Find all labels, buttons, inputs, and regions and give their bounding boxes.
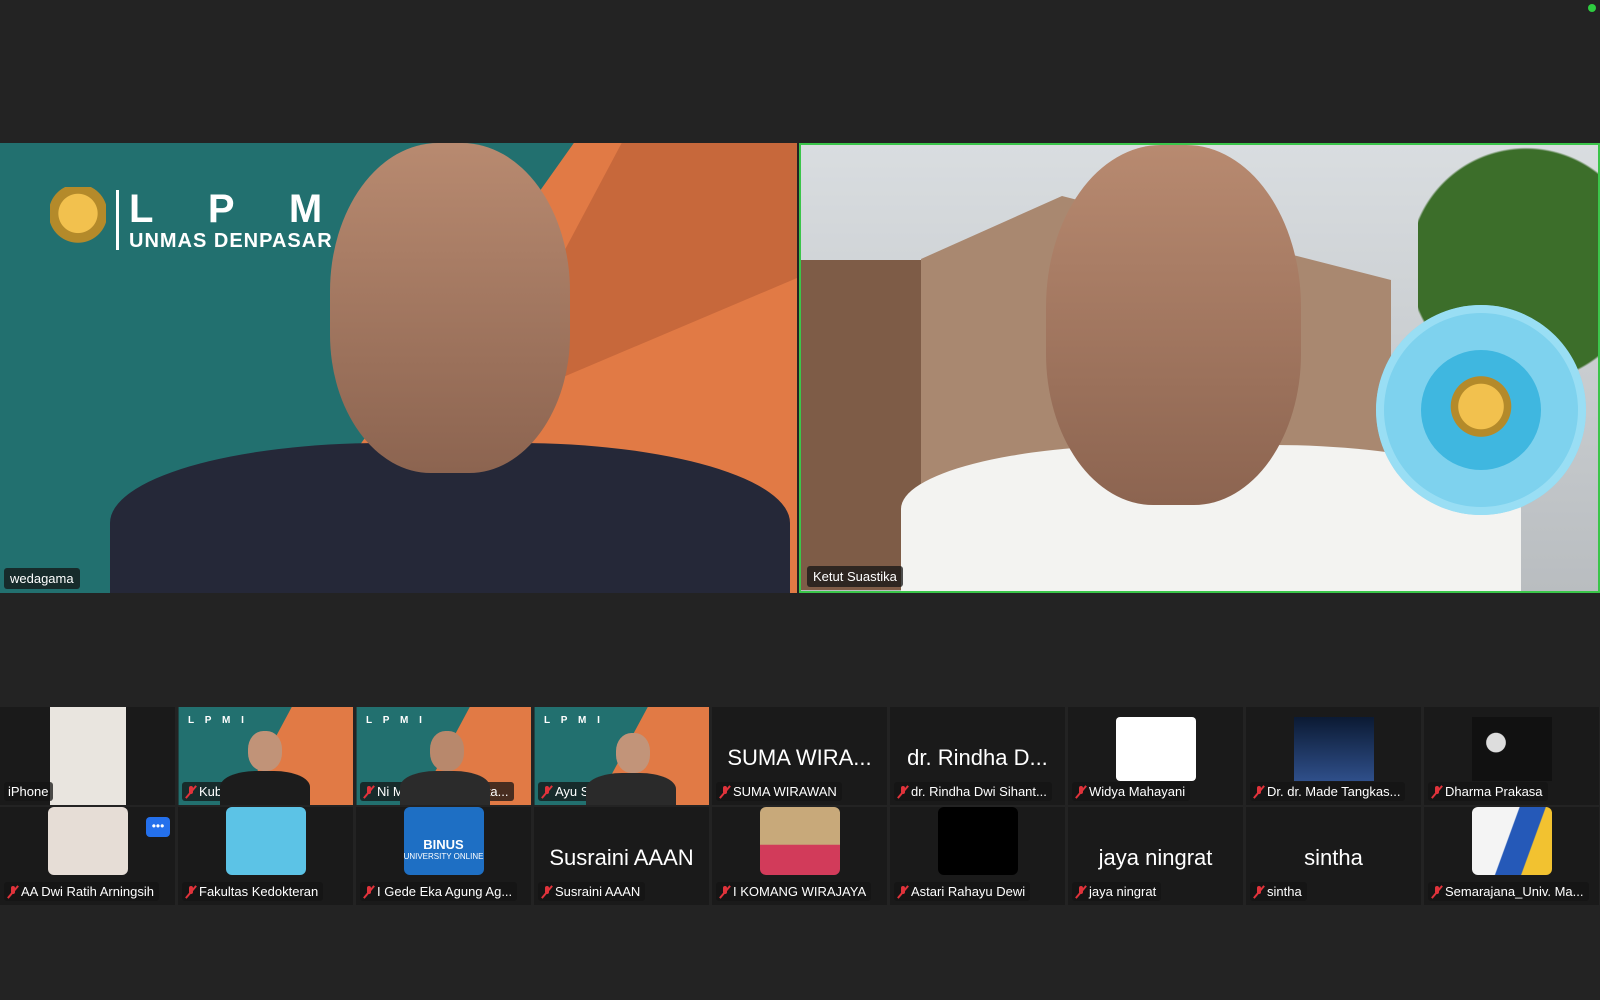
mic-muted-icon (1076, 785, 1086, 798)
participant-video (1471, 807, 1552, 875)
speaker-name-label: wedagama (4, 568, 80, 589)
participant-name: Semarajana_Univ. Ma... (1428, 882, 1589, 901)
participant-name: Dr. dr. Made Tangkas... (1250, 782, 1406, 801)
participant-body (220, 771, 310, 805)
participant-tile[interactable]: L P M I Ni Made Dwi Puspita... (356, 707, 531, 805)
mic-muted-icon (542, 785, 552, 798)
mic-muted-icon (364, 885, 374, 898)
participant-face (248, 731, 282, 771)
speaker-tile-wedagama[interactable]: L P M I UNMAS DENPASAR wedagama (0, 143, 797, 593)
mic-muted-icon (186, 885, 196, 898)
participant-name: sintha (1250, 882, 1307, 901)
participant-tile[interactable]: dr. Rindha D... dr. Rindha Dwi Sihant... (890, 707, 1065, 805)
participant-display-name: jaya ningrat (1098, 845, 1213, 870)
more-options-button[interactable]: ••• (146, 817, 170, 837)
participant-display-name: dr. Rindha D... (907, 745, 1048, 770)
participant-tile[interactable]: Susraini AAAN Susraini AAAN (534, 807, 709, 905)
participant-video (49, 707, 126, 805)
participant-tile[interactable]: SUMA WIRA... SUMA WIRAWAN (712, 707, 887, 805)
mic-muted-icon (1076, 885, 1086, 898)
mic-muted-icon (542, 885, 552, 898)
participant-tile[interactable]: Astari Rahayu Dewi (890, 807, 1065, 905)
participant-video (225, 807, 306, 875)
lpmi-logo: L P M I (188, 715, 248, 726)
participant-name: AA Dwi Ratih Arningsih (4, 882, 159, 901)
speaker-video-face (1046, 145, 1301, 505)
mic-muted-icon (720, 885, 730, 898)
lpmi-logo: L P M I (366, 715, 426, 726)
participant-gallery: iPhone L P M I Kubon L P M I Ni Made Dwi… (0, 707, 1600, 907)
participant-video (1471, 717, 1552, 781)
binus-text: BINUS (423, 837, 464, 852)
participant-video (1115, 717, 1196, 781)
ganesha-emblem-icon (1449, 375, 1513, 445)
speaker-tile-ketut-suastika[interactable]: Ketut Suastika (799, 143, 1600, 593)
mic-muted-icon (186, 785, 196, 798)
participant-face (430, 731, 464, 771)
participant-tile[interactable]: L P M I Kubon (178, 707, 353, 805)
participant-body (586, 773, 676, 805)
participant-tile[interactable]: Fakultas Kedokteran (178, 807, 353, 905)
mic-muted-icon (8, 885, 18, 898)
participant-body (400, 771, 490, 805)
mic-muted-icon (1432, 885, 1442, 898)
participant-name: SUMA WIRAWAN (716, 782, 842, 801)
participant-name: Widya Mahayani (1072, 782, 1191, 801)
status-indicator (1588, 4, 1596, 12)
participant-name: dr. Rindha Dwi Sihant... (894, 782, 1052, 801)
mic-muted-icon (720, 785, 730, 798)
lpmi-logo: L P M I (544, 715, 604, 726)
participant-tile[interactable]: Widya Mahayani (1068, 707, 1243, 805)
participant-face (616, 733, 650, 773)
mic-muted-icon (1432, 785, 1442, 798)
participant-video (47, 807, 128, 875)
mic-muted-icon (898, 885, 908, 898)
participant-tile[interactable]: BINUS UNIVERSITY ONLINE I Gede Eka Agung… (356, 807, 531, 905)
participant-name: jaya ningrat (1072, 882, 1162, 901)
binus-subtext: UNIVERSITY ONLINE (403, 852, 484, 861)
participant-name: Astari Rahayu Dewi (894, 882, 1031, 901)
participant-name: Dharma Prakasa (1428, 782, 1548, 801)
participant-display-name: Susraini AAAN (549, 845, 694, 870)
participant-tile[interactable]: Dr. dr. Made Tangkas... (1246, 707, 1421, 805)
mic-muted-icon (898, 785, 908, 798)
participant-tile[interactable]: Semarajana_Univ. Ma... (1424, 807, 1599, 905)
participant-name: Fakultas Kedokteran (182, 882, 324, 901)
mic-muted-icon (364, 785, 374, 798)
participant-tile[interactable]: jaya ningrat jaya ningrat (1068, 807, 1243, 905)
participant-tile[interactable]: I KOMANG WIRAJAYA (712, 807, 887, 905)
participant-name: iPhone (4, 782, 54, 801)
speaker-video-face (330, 143, 570, 473)
fakultas-kedokteran-logo (1376, 305, 1586, 515)
participant-display-name: sintha (1304, 845, 1363, 870)
participant-tile[interactable]: L P M I Ayu Suryandari (534, 707, 709, 805)
participant-tile[interactable]: iPhone (0, 707, 175, 805)
participant-name: I Gede Eka Agung Ag... (360, 882, 518, 901)
binus-logo: BINUS UNIVERSITY ONLINE (403, 807, 484, 875)
logo-divider (116, 190, 119, 250)
participant-tile[interactable]: sintha sintha (1246, 807, 1421, 905)
mic-muted-icon (1254, 785, 1264, 798)
participant-video (937, 807, 1018, 875)
participant-name: I KOMANG WIRAJAYA (716, 882, 872, 901)
ganesha-emblem-icon (50, 187, 106, 253)
participant-name: Susraini AAAN (538, 882, 646, 901)
participant-display-name: SUMA WIRA... (727, 745, 872, 770)
participant-video (759, 807, 840, 875)
participant-video (1293, 717, 1374, 781)
speaker-name-label: Ketut Suastika (807, 566, 903, 587)
participant-tile[interactable]: Dharma Prakasa (1424, 707, 1599, 805)
mic-muted-icon (1254, 885, 1264, 898)
